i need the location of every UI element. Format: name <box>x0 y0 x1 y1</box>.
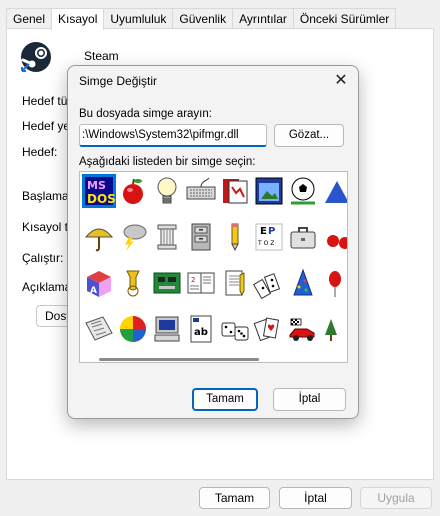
umbrella-icon[interactable] <box>82 220 116 254</box>
cancel-button[interactable]: İptal <box>279 487 352 509</box>
pencil-icon[interactable] <box>218 220 252 254</box>
tab-details[interactable]: Ayrıntılar <box>232 8 294 29</box>
tab-security[interactable]: Güvenlik <box>172 8 234 29</box>
tab-compatibility[interactable]: Uyumluluk <box>103 8 174 29</box>
race-car-icon[interactable] <box>286 312 320 346</box>
circuit-board-icon[interactable] <box>150 266 184 300</box>
target-label: Hedef: <box>22 145 58 159</box>
apply-button[interactable]: Uygula <box>360 487 432 509</box>
ms-dos-icon[interactable]: MS DOS <box>82 174 116 208</box>
browse-button[interactable]: Gözat... <box>274 124 344 147</box>
computer-icon[interactable] <box>150 312 184 346</box>
dialog-title: Simge Değiştir <box>79 74 158 88</box>
storm-cloud-icon[interactable] <box>116 220 150 254</box>
notepad-pencil-icon[interactable] <box>218 266 252 300</box>
icon-file-path-input[interactable]: :\Windows\System32\pifmgr.dll <box>79 124 267 147</box>
change-icon-dialog: Simge Değiştir ✕ Bu dosyada simge arayın… <box>67 65 359 419</box>
tab-previous-versions[interactable]: Önceki Sürümler <box>292 8 397 29</box>
svg-text:A: A <box>90 286 97 296</box>
book-icon[interactable] <box>218 174 252 208</box>
svg-text:ab: ab <box>194 327 208 338</box>
balloons-icon[interactable] <box>320 266 347 300</box>
column-icon[interactable] <box>150 220 184 254</box>
dialog-cancel-button[interactable]: İptal <box>273 388 346 411</box>
ok-button[interactable]: Tamam <box>199 487 270 509</box>
soccer-ball-icon[interactable] <box>286 174 320 208</box>
blue-shape-icon[interactable] <box>320 174 347 208</box>
text-document-icon[interactable]: ab <box>184 312 218 346</box>
svg-text:♥: ♥ <box>267 324 275 334</box>
dominoes-icon[interactable] <box>252 266 286 300</box>
apple-icon[interactable] <box>116 174 150 208</box>
app-name: Steam <box>84 49 119 63</box>
dice-icon[interactable] <box>218 312 252 346</box>
light-bulb-icon[interactable] <box>150 174 184 208</box>
briefcase-icon[interactable] <box>286 220 320 254</box>
keyboard-icon[interactable] <box>184 174 218 208</box>
alphabet-block-icon[interactable]: A <box>82 266 116 300</box>
eye-chart-icon[interactable]: EP T O Z <box>252 220 286 254</box>
svg-text:2: 2 <box>191 276 195 284</box>
beach-ball-icon[interactable] <box>116 312 150 346</box>
tab-strip: Genel Kısayol Uyumluluk Güvenlik Ayrıntı… <box>6 8 397 30</box>
trees-icon[interactable] <box>320 312 347 346</box>
playing-cards-icon[interactable]: ♥ <box>252 312 286 346</box>
tab-shortcut[interactable]: Kısayol <box>51 8 105 30</box>
svg-text:E: E <box>260 226 267 237</box>
dialog-ok-button[interactable]: Tamam <box>192 388 258 411</box>
svg-text:DOS: DOS <box>87 192 115 206</box>
svg-text:P: P <box>268 226 275 237</box>
search-file-label: Bu dosyada simge arayın: <box>79 108 212 120</box>
window-picture-icon[interactable] <box>252 174 286 208</box>
close-icon[interactable]: ✕ <box>332 72 350 90</box>
party-hat-icon[interactable] <box>286 266 320 300</box>
steam-icon <box>20 41 52 73</box>
svg-text:T O Z: T O Z <box>257 240 274 247</box>
icon-list[interactable]: MS DOS E P T O Z A 2 ab ♥ <box>79 171 348 363</box>
tab-general[interactable]: Genel <box>6 8 53 29</box>
cherries-icon[interactable] <box>320 220 347 254</box>
icon-list-label: Aşağıdaki listeden bir simge seçin: <box>79 156 256 168</box>
calendar-book-icon[interactable]: 2 <box>184 266 218 300</box>
file-cabinet-icon[interactable] <box>184 220 218 254</box>
tuba-icon[interactable] <box>116 266 150 300</box>
newspaper-icon[interactable] <box>82 312 116 346</box>
svg-text:MS: MS <box>87 179 106 192</box>
run-label: Çalıştır: <box>22 251 64 265</box>
horizontal-scrollbar-thumb[interactable] <box>99 358 259 361</box>
